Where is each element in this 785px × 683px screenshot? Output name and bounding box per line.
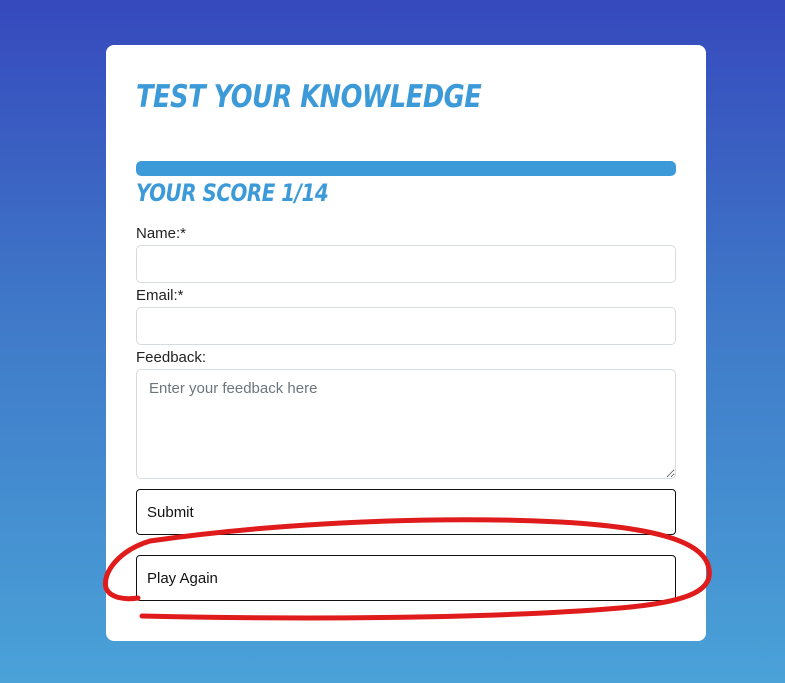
progress-bar [136,161,676,176]
score-heading: Your Score 1/14 [136,179,329,207]
play-again-button[interactable]: Play Again [136,555,676,601]
feedback-label: Feedback: [136,349,207,366]
submit-button[interactable]: Submit [136,489,676,535]
name-label: Name:* [136,225,187,242]
quiz-card: Test Your Knowledge Your Score 1/14 Name… [106,45,706,641]
name-field[interactable] [136,245,676,283]
email-field[interactable] [136,307,676,345]
page-title: Test Your Knowledge [136,79,482,115]
email-label: Email:* [136,287,184,304]
progress-bar-fill [136,161,676,176]
feedback-field[interactable] [136,369,676,479]
